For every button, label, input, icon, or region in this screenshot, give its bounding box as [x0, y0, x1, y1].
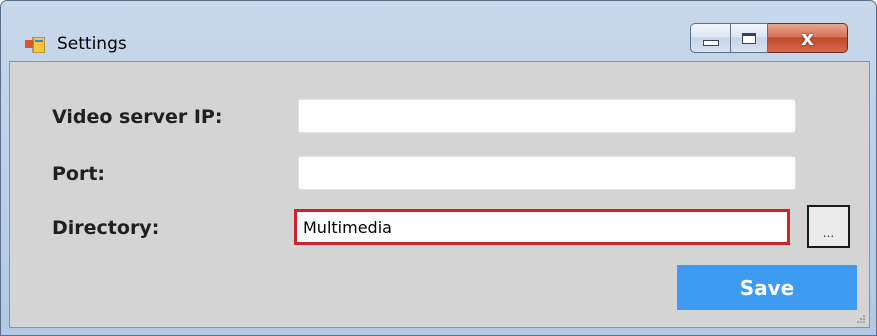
window-title: Settings — [57, 34, 127, 54]
minimize-icon — [702, 40, 719, 46]
close-button[interactable]: x — [768, 23, 848, 53]
directory-label: Directory: — [52, 217, 160, 239]
maximize-button[interactable] — [730, 23, 768, 53]
minimize-button[interactable] — [690, 23, 730, 53]
directory-input[interactable] — [294, 209, 790, 245]
settings-window: Settings x Video server IP: Port: Direct… — [0, 0, 877, 336]
resize-grip-icon[interactable] — [856, 314, 866, 324]
port-input[interactable] — [298, 156, 796, 190]
caption-buttons: x — [690, 23, 848, 55]
close-icon: x — [801, 26, 814, 50]
form-client-area: Video server IP: Port: Directory: ... Sa… — [9, 61, 870, 328]
maximize-icon — [742, 32, 756, 44]
app-form-icon — [25, 37, 45, 53]
title-bar[interactable]: Settings x — [1, 1, 876, 61]
browse-directory-button[interactable]: ... — [807, 205, 850, 248]
video-server-ip-label: Video server IP: — [52, 106, 223, 128]
port-label: Port: — [52, 163, 106, 185]
save-button[interactable]: Save — [677, 265, 857, 310]
video-server-ip-input[interactable] — [298, 99, 796, 133]
